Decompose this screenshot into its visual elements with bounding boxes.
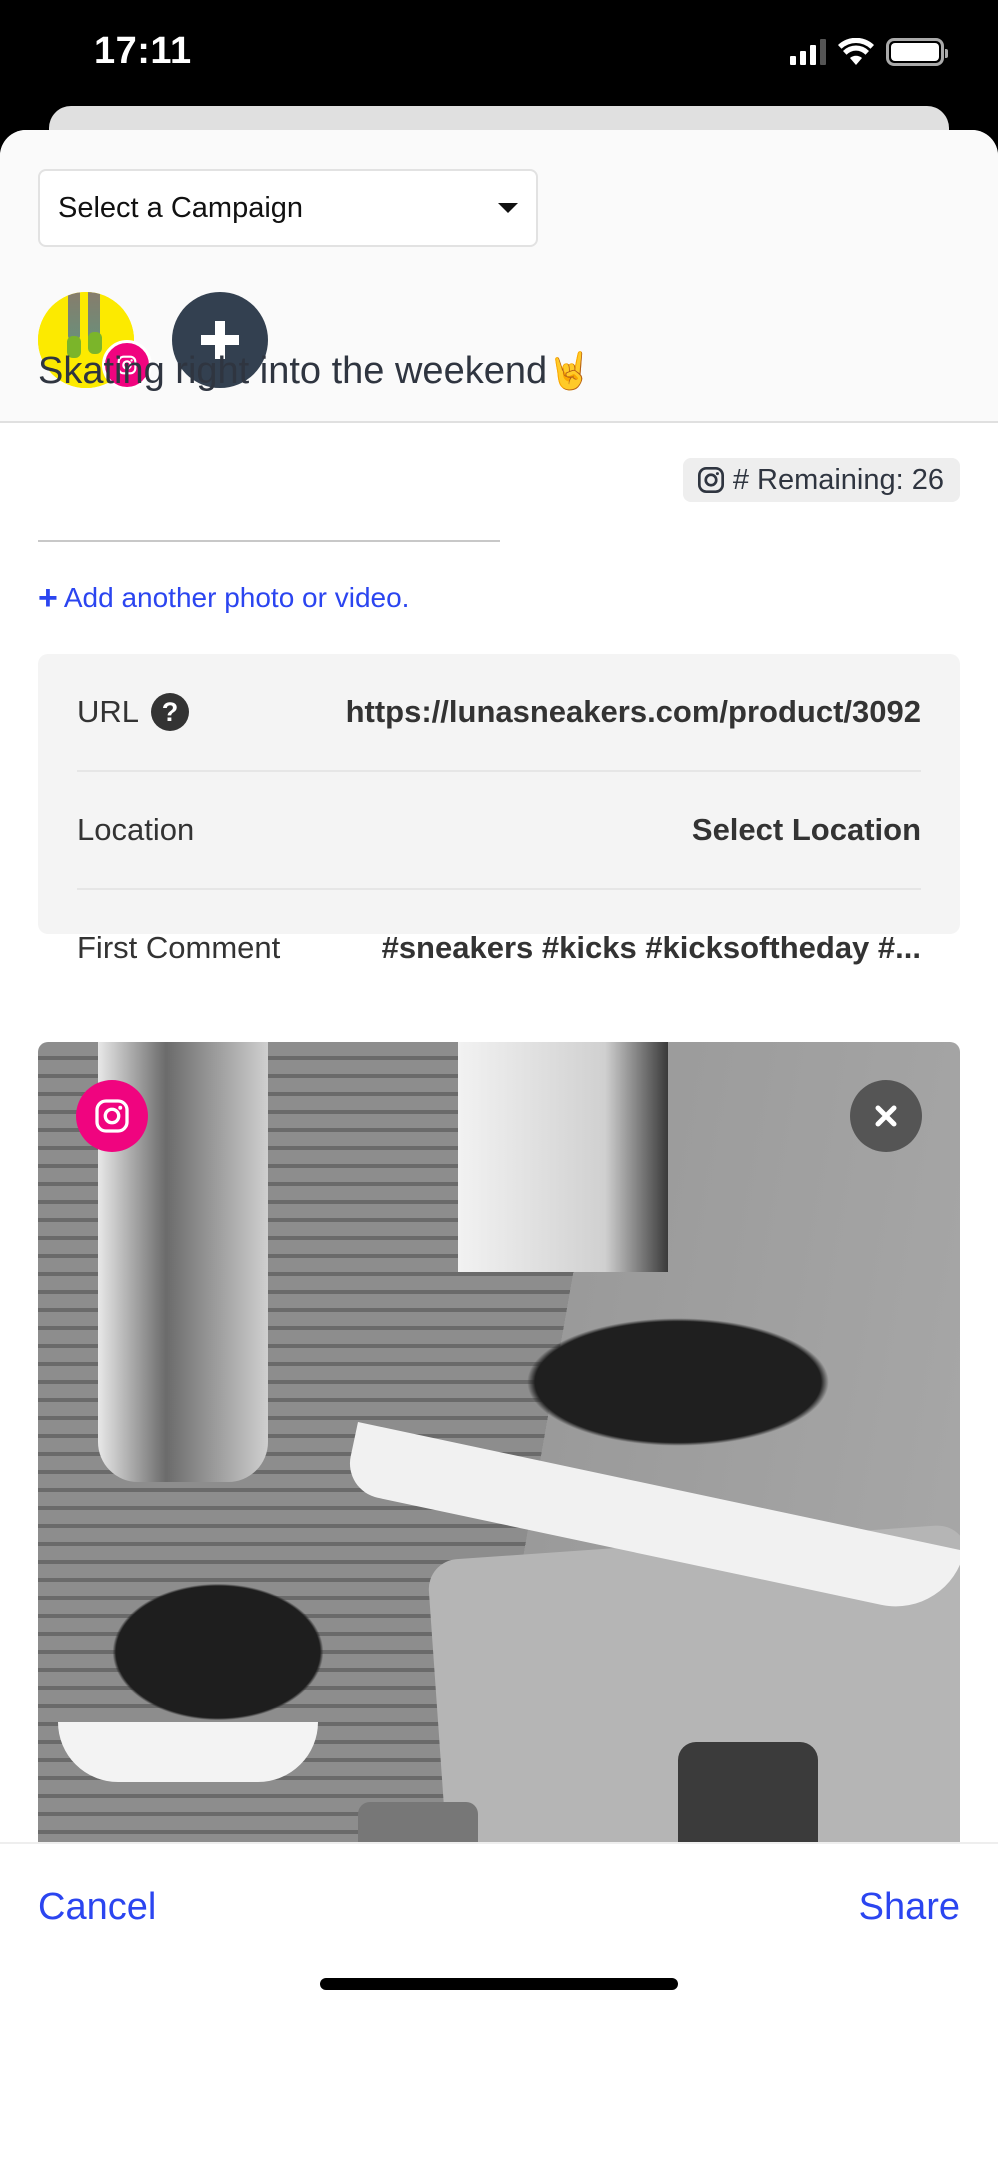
plus-icon: + (38, 579, 58, 617)
home-indicator[interactable] (320, 1978, 678, 1990)
media-network-badge (76, 1080, 148, 1152)
chevron-down-icon (498, 203, 518, 213)
share-button[interactable]: Share (859, 1886, 960, 1929)
caption-emoji: 🤘 (547, 350, 592, 391)
wifi-icon (838, 38, 874, 65)
campaign-select-value: Select a Campaign (58, 191, 304, 224)
first-comment-label: First Comment (77, 930, 281, 965)
bottom-action-bar: Cancel Share (0, 1842, 998, 2030)
post-settings-card: URL ? https://lunasneakers.com/product/3… (38, 654, 960, 965)
status-icons (790, 38, 948, 66)
url-label-text: URL (77, 694, 140, 729)
location-row[interactable]: Location Select Location (77, 772, 921, 890)
instagram-icon (95, 1099, 129, 1133)
location-value: Select Location (691, 812, 921, 847)
caption-divider (38, 540, 500, 542)
url-label: URL ? (77, 693, 190, 731)
url-value: https://lunasneakers.com/product/3092 (345, 694, 921, 729)
close-icon (875, 1105, 897, 1127)
hashtag-remaining-badge: # Remaining: 26 (682, 458, 960, 502)
caption-body: Skating right into the weekend (38, 350, 548, 392)
cancel-button[interactable]: Cancel (38, 1886, 156, 1929)
hashtag-remaining-label: # Remaining: 26 (732, 463, 944, 496)
first-comment-row[interactable]: First Comment #sneakers #kicks #kicksoft… (77, 890, 921, 1006)
cellular-signal-icon (790, 39, 826, 65)
url-row[interactable]: URL ? https://lunasneakers.com/product/3… (77, 654, 921, 772)
remove-media-button[interactable] (850, 1080, 922, 1152)
instagram-icon (697, 466, 724, 494)
help-icon[interactable]: ? (151, 693, 190, 731)
status-time: 17:11 (94, 30, 192, 72)
battery-icon (886, 38, 948, 66)
location-label: Location (77, 812, 195, 847)
campaign-select[interactable]: Select a Campaign (38, 169, 538, 247)
first-comment-value: #sneakers #kicks #kicksoftheday #... (381, 930, 921, 965)
add-media-label: Add another photo or video. (63, 582, 410, 613)
media-preview (38, 1042, 960, 1862)
add-media-link[interactable]: + Add another photo or video. (38, 581, 409, 615)
status-bar: 17:11 (0, 0, 998, 105)
caption-text[interactable]: Skating right into the weekend🤘 (38, 350, 592, 393)
